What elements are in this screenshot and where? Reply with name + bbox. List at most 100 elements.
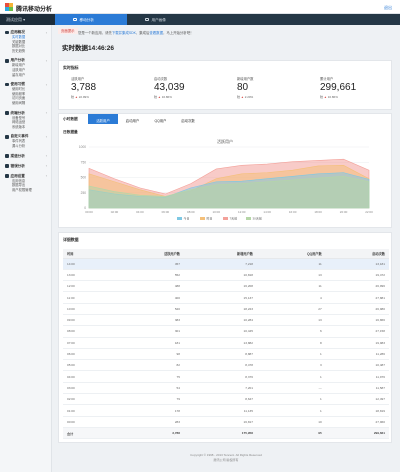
tab-user-profile[interactable]: 用户画像 xyxy=(127,14,199,25)
up-arrow-icon: ▲ xyxy=(323,95,327,99)
table-row: 09:00 383 10,284 13 16,866 xyxy=(63,314,389,327)
notice-label: 页面提示 xyxy=(58,28,78,34)
table-cell: 26,980 xyxy=(325,303,389,315)
table-cell: 03:00 xyxy=(63,382,112,395)
chart-icon xyxy=(73,17,77,21)
hourly-card: 小时数据 活跃用户 启动用户 QQ用户 启动次数 日数据量 活跃用户 0 250 5… xyxy=(58,113,392,228)
x-tick-label: 20:00 xyxy=(340,210,348,214)
x-tick-label: 02:00 xyxy=(111,210,119,214)
table-cell: 7,218 xyxy=(184,258,257,270)
kpi-value: 3,788 xyxy=(71,82,97,93)
table-cell: 15,137 xyxy=(184,291,257,304)
sdk-link[interactable]: 下载并集成SDK xyxy=(112,31,136,35)
table-cell: 10,284 xyxy=(184,314,257,327)
table-cell: 11,587 xyxy=(325,382,389,395)
logout-link[interactable]: 退出 xyxy=(384,5,392,11)
x-tick-label: 00:00 xyxy=(85,210,93,214)
kpi-launches: 启动次数 43,039 较 ▲ 16.86% xyxy=(154,76,209,99)
table-row: 11:00 400 15,137 4 27,881 xyxy=(63,291,389,304)
table-cell: 3 xyxy=(256,359,326,372)
table-cell: 19,472 xyxy=(325,269,389,282)
table-cell: 13:00 xyxy=(63,269,112,282)
table-cell: 10,487 xyxy=(325,359,389,372)
column-header[interactable]: 时间 xyxy=(63,249,112,259)
table-cell: 05:00 xyxy=(63,359,112,372)
table-cell: 13 xyxy=(256,314,326,327)
table-total-row: 合计 3,788 175,958 95 299,661 xyxy=(63,427,389,440)
table-cell: 02:00 xyxy=(63,393,112,406)
detail-card-title: 详细数据 xyxy=(63,237,79,242)
legend-label: 昨日 xyxy=(207,216,213,221)
sidebar-item[interactable]: 使用间隔 xyxy=(0,101,51,106)
table-cell: — xyxy=(256,382,326,395)
overview-icon xyxy=(5,30,9,35)
chevron-icon: › xyxy=(45,58,47,63)
table-row: 02:00 79 8,647 1 12,497 xyxy=(63,393,389,406)
table-cell: 07:00 xyxy=(63,337,112,349)
app-selector[interactable]: 测试应用 ▾ xyxy=(0,14,55,25)
table-cell: 1 xyxy=(256,393,326,406)
table-cell: 54 xyxy=(111,382,184,395)
table-cell: 12:00 xyxy=(63,280,112,293)
table-cell: 11:00 xyxy=(63,291,112,304)
column-header[interactable]: 活跃用户数 xyxy=(111,249,184,259)
legend-swatch xyxy=(200,217,205,220)
sidebar-item[interactable]: 历史趋势 xyxy=(0,49,51,54)
legend-swatch xyxy=(177,217,182,220)
table-cell: 8,887 xyxy=(184,348,257,361)
table-row: 06:00 98 8,887 1 11,286 xyxy=(63,348,389,361)
table-cell: 27,960 xyxy=(325,416,389,428)
table-cell: 400 xyxy=(111,291,184,304)
brand-name: 腾讯移动分析 xyxy=(16,7,53,13)
table-cell: 10,818 xyxy=(184,269,257,282)
sidebar-group-channels[interactable]: 渠道分析 › xyxy=(0,154,51,159)
y-tick-label: 500 xyxy=(81,176,87,180)
kpi-active-users: 活跃用户 3,788 较 ▲ 22.99% xyxy=(71,76,126,99)
x-tick-label: 06:00 xyxy=(162,210,170,214)
chevron-icon: › xyxy=(45,82,47,87)
table-cell: 10 xyxy=(256,416,326,428)
sidebar-item[interactable]: 漏斗分析 xyxy=(0,144,51,149)
y-tick-label: 750 xyxy=(81,160,87,164)
sidebar-item[interactable]: 留存用户 xyxy=(0,73,51,78)
table-row: 14:00 457 7,218 11 13,181 xyxy=(63,258,389,270)
column-header[interactable]: 启动次数 xyxy=(325,249,389,259)
sidebar-item[interactable]: 用户权限管理 xyxy=(0,188,51,193)
table-row: 00:00 283 16,817 10 27,960 xyxy=(63,416,389,428)
main-nav: 测试应用 ▾ 移动分析 用户画像 xyxy=(0,14,400,25)
y-tick-label: 1000 xyxy=(79,145,86,149)
sidebar-group-label: 错误分析 xyxy=(10,163,25,168)
table-row: 04:00 75 8,376 1 11,976 xyxy=(63,370,389,383)
habits-icon xyxy=(5,82,9,87)
copyright-cn: 腾讯公司 版权所有 xyxy=(213,458,239,462)
tab-mobile-analytics[interactable]: 移动分析 xyxy=(55,14,127,25)
table-cell: 7,201 xyxy=(184,382,257,395)
kpi-value: 43,039 xyxy=(154,82,185,93)
table-cell: 8,647 xyxy=(184,393,257,406)
legend-swatch xyxy=(246,217,251,220)
notice-bar: 页面提示 您是一个新应用，请先下载并集成SDK，集成后查看数据，马上开始分析吧！ xyxy=(58,27,394,35)
table-row: 12:00 488 16,208 11 26,996 xyxy=(63,280,389,293)
up-arrow-icon: ▲ xyxy=(240,95,244,99)
table-cell: 13 xyxy=(256,269,326,282)
brand-logo[interactable] xyxy=(5,3,13,11)
table-cell: 178 xyxy=(111,404,184,417)
page-title: 实时数据14:46:26 xyxy=(62,45,115,52)
errors-icon xyxy=(5,164,9,168)
column-header[interactable]: 新增用户数 xyxy=(184,249,257,259)
table-cell: 16,817 xyxy=(184,416,257,428)
table-cell: 520 xyxy=(111,303,184,315)
channels-icon xyxy=(5,154,9,158)
column-header[interactable]: QQ用户数 xyxy=(256,249,326,259)
table-cell: 11,976 xyxy=(325,370,389,383)
sidebar-group-errors[interactable]: 错误分析 › xyxy=(0,164,51,169)
chevron-icon: › xyxy=(45,134,47,139)
sidebar-item[interactable]: 系统版本 xyxy=(0,125,51,130)
table-cell: 1 xyxy=(256,348,326,361)
table-cell: 1 xyxy=(256,370,326,383)
sidebar-group-label: 应用设置 xyxy=(10,173,25,178)
table-cell: 457 xyxy=(111,258,184,270)
table-cell: 27,881 xyxy=(325,291,389,304)
table-cell: 1 xyxy=(256,404,326,417)
view-data-link[interactable]: 查看数据 xyxy=(149,31,163,35)
